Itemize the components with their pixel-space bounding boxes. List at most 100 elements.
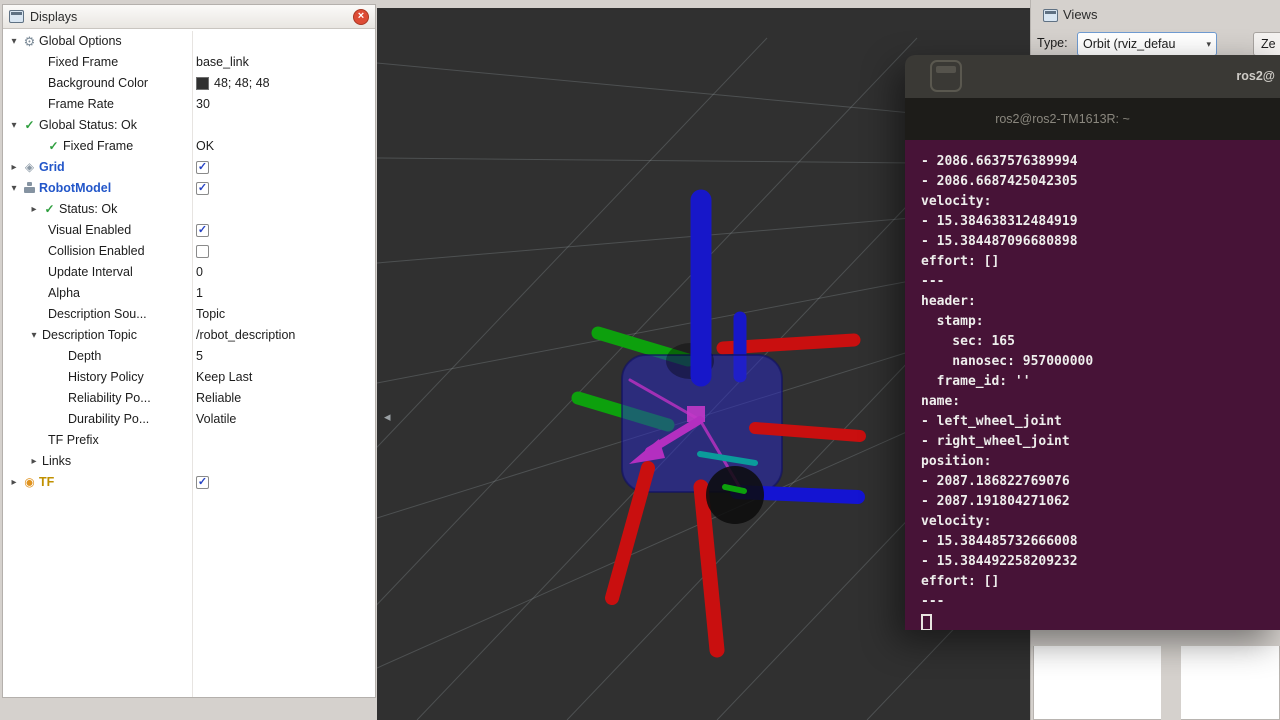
property-value[interactable]: ✓	[192, 157, 375, 178]
property-value[interactable]	[192, 115, 375, 136]
tree-row[interactable]: Alpha 1	[3, 283, 375, 304]
terminal-line: effort: []	[921, 252, 1280, 272]
property-value[interactable]: ✓	[192, 220, 375, 241]
chevron-down-icon: ▾	[1206, 39, 1211, 50]
checkbox-checked[interactable]: ✓	[196, 224, 209, 237]
property-name-cell: ▾✓Global Status: Ok	[3, 115, 192, 136]
terminal-line: - right_wheel_joint	[921, 432, 1280, 452]
panel-splitter-horizontal[interactable]	[1031, 628, 1280, 646]
tree-row[interactable]: ▸◈Grid ✓	[3, 157, 375, 178]
property-value[interactable]: 5	[192, 346, 375, 367]
property-name-cell: ▾Description Topic	[3, 325, 192, 346]
value-text: Reliable	[196, 388, 241, 409]
tree-row[interactable]: ▾✓Global Status: Ok	[3, 115, 375, 136]
property-name-cell: ▸◈Grid	[3, 157, 192, 178]
tree-row[interactable]: Visual Enabled✓	[3, 220, 375, 241]
terminal-app-icon[interactable]	[930, 60, 962, 92]
checkbox-checked[interactable]: ✓	[196, 476, 209, 489]
tree-row[interactable]: ▾RobotModel✓	[3, 178, 375, 199]
property-value[interactable]: ✓	[192, 472, 375, 493]
terminal-line: - 15.384492258209232	[921, 552, 1280, 572]
property-value[interactable]: 0	[192, 262, 375, 283]
property-column-divider[interactable]	[192, 31, 193, 697]
robot-icon	[21, 178, 38, 199]
tree-row[interactable]: Frame Rate 30	[3, 94, 375, 115]
tree-row[interactable]: ✓Fixed FrameOK	[3, 136, 375, 157]
expander-down-icon[interactable]: ▾	[7, 115, 21, 136]
property-name: Reliability Po...	[67, 388, 151, 409]
expander-right-icon[interactable]: ▸	[27, 451, 41, 472]
checkbox-checked[interactable]: ✓	[196, 161, 209, 174]
expander-down-icon[interactable]: ▾	[7, 178, 21, 199]
terminal-line: name:	[921, 392, 1280, 412]
property-value[interactable]	[192, 451, 375, 472]
value-text: 0	[196, 262, 203, 283]
checkbox-checked[interactable]: ✓	[196, 182, 209, 195]
property-value[interactable]: 1	[192, 283, 375, 304]
terminal-output[interactable]: - 2086.6637576389994- 2086.6687425042305…	[905, 140, 1280, 630]
property-value[interactable]: Keep Last	[192, 367, 375, 388]
color-value: 48; 48; 48	[214, 73, 270, 94]
expander-right-icon[interactable]: ▸	[7, 472, 21, 493]
tree-row[interactable]: Background Color48; 48; 48	[3, 73, 375, 94]
property-value[interactable]: Reliable	[192, 388, 375, 409]
property-name-cell: TF Prefix	[3, 430, 192, 451]
tree-row[interactable]: Fixed Frame base_link	[3, 52, 375, 73]
expander-right-icon[interactable]: ▸	[7, 157, 21, 178]
tree-row[interactable]: ▸✓Status: Ok	[3, 199, 375, 220]
property-value[interactable]: 30	[192, 94, 375, 115]
property-value[interactable]	[192, 31, 375, 52]
property-value[interactable]	[192, 430, 375, 451]
close-displays-button[interactable]: ×	[353, 9, 369, 25]
checkbox-unchecked[interactable]	[196, 245, 209, 258]
tree-row[interactable]: ▾⚙Global Options	[3, 31, 375, 52]
tree-row[interactable]: History PolicyKeep Last	[3, 367, 375, 388]
expander-down-icon[interactable]: ▾	[7, 31, 21, 52]
value-text: 1	[196, 283, 203, 304]
property-value[interactable]: Topic	[192, 304, 375, 325]
property-value[interactable]	[192, 241, 375, 262]
tree-row[interactable]: Description Sou...Topic	[3, 304, 375, 325]
view-type-value: Orbit (rviz_defau	[1083, 37, 1175, 51]
check-icon: ✓	[45, 136, 62, 157]
tree-row[interactable]: ▸Links	[3, 451, 375, 472]
expander-down-icon[interactable]: ▾	[27, 325, 41, 346]
tree-row[interactable]: ▸◉TF✓	[3, 472, 375, 493]
displays-titlebar[interactable]: Displays ×	[3, 5, 375, 29]
tree-row[interactable]: Collision Enabled	[3, 241, 375, 262]
property-name: Durability Po...	[67, 409, 149, 430]
terminal-line: - 15.384487096680898	[921, 232, 1280, 252]
tree-row[interactable]: Depth5	[3, 346, 375, 367]
terminal-window-title: ros2@	[1236, 69, 1275, 83]
property-name: Alpha	[47, 283, 80, 304]
terminal-window[interactable]: ros2@ ros2@ros2-TM1613R: ~ - 2086.663757…	[905, 55, 1280, 630]
property-name-cell: Reliability Po...	[3, 388, 192, 409]
panel-splitter-vertical[interactable]	[1161, 628, 1181, 720]
zero-button[interactable]: Ze	[1253, 32, 1280, 56]
terminal-tabbar[interactable]: ros2@ros2-TM1613R: ~	[905, 98, 1280, 140]
property-value[interactable]: ✓	[192, 178, 375, 199]
property-value[interactable]: /robot_description	[192, 325, 375, 346]
terminal-line: ---	[921, 592, 1280, 612]
tree-row[interactable]: Reliability Po... Reliable	[3, 388, 375, 409]
tree-row[interactable]: Update Interval0	[3, 262, 375, 283]
property-value[interactable]: Volatile	[192, 409, 375, 430]
property-name-cell: Description Sou...	[3, 304, 192, 325]
property-name: Fixed Frame	[47, 52, 118, 73]
property-name-cell: Durability Po...	[3, 409, 192, 430]
property-value[interactable]: OK	[192, 136, 375, 157]
panel-collapse-arrow-icon[interactable]: ◂	[384, 410, 391, 423]
tree-row[interactable]: TF Prefix	[3, 430, 375, 451]
property-value[interactable]: 48; 48; 48	[192, 73, 375, 94]
view-type-combobox[interactable]: Orbit (rviz_defau ▾	[1077, 32, 1217, 56]
terminal-line: frame_id: ''	[921, 372, 1280, 392]
terminal-headerbar[interactable]: ros2@	[905, 55, 1280, 98]
property-value[interactable]: base_link	[192, 52, 375, 73]
terminal-line: ---	[921, 272, 1280, 292]
property-value[interactable]	[192, 199, 375, 220]
property-name: Frame Rate	[47, 94, 114, 115]
tree-row[interactable]: Durability Po... Volatile	[3, 409, 375, 430]
tree-row[interactable]: ▾Description Topic/robot_description	[3, 325, 375, 346]
expander-right-icon[interactable]: ▸	[27, 199, 41, 220]
color-swatch	[196, 77, 209, 90]
